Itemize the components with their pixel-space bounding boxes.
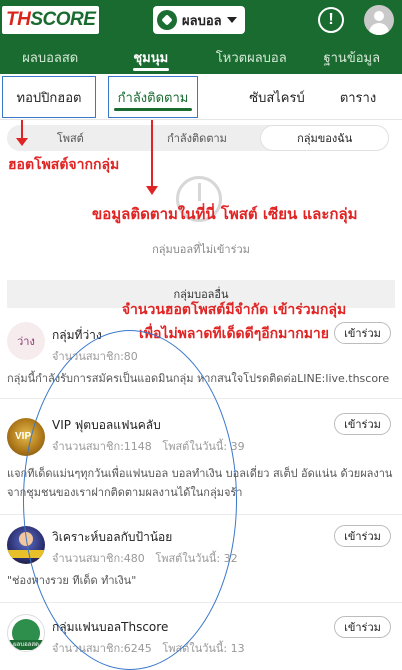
football-icon <box>157 10 177 30</box>
avatar[interactable] <box>364 5 394 35</box>
top-header: TH SCORE ผลบอล ! <box>0 0 402 40</box>
annotation-arrow-hot <box>21 120 23 140</box>
annotation-arrowhead-follow <box>146 186 158 195</box>
logo-score: SCORE <box>30 9 96 30</box>
subtab-subscribe[interactable]: ซับสไครบ์ <box>232 74 322 120</box>
group-thumbnail: ผลบอลสด <box>7 614 45 652</box>
sub-tabs: ทอปปิกฮอต กำลังติดตาม ซับสไครบ์ ตาราง <box>0 74 402 120</box>
logo-th: TH <box>6 9 31 30</box>
annotation-following-info: ขอมูลติดตามในที่นี่ โพสต์ เซียน และกลุ่ม <box>92 205 358 223</box>
join-button[interactable]: เข้าร่วม <box>334 322 391 344</box>
sport-select[interactable]: ผลบอล <box>153 6 245 34</box>
segment-control: โพสต์ กำลังติดตาม กลุ่มของฉัน <box>7 125 390 151</box>
tab-vote[interactable]: โหวตผลบอล <box>201 40 302 74</box>
tab-database[interactable]: ฐานข้อมูล <box>302 40 402 74</box>
avatar-head <box>374 11 384 21</box>
sport-select-label: ผลบอล <box>182 13 222 29</box>
subtab-following[interactable]: กำลังติดตาม <box>110 74 196 120</box>
thumbnail-label: ผลบอลสด <box>8 640 44 650</box>
subtab-hot-topics[interactable]: ทอปปิกฮอต <box>2 76 96 118</box>
subtab-table[interactable]: ตาราง <box>320 74 396 120</box>
join-button[interactable]: เข้าร่วม <box>334 616 391 638</box>
annotation-arrow-follow <box>151 120 153 188</box>
avatar-body <box>369 23 389 35</box>
tab-live-scores[interactable]: ผลบอลสด <box>0 40 101 74</box>
group-thumbnail: ว่าง <box>7 322 45 360</box>
join-button[interactable]: เข้าร่วม <box>334 413 391 435</box>
annotation-ellipse <box>23 330 237 670</box>
subtab-following-label: กำลังติดตาม <box>117 90 189 106</box>
segment-my-groups[interactable]: กลุ่มของฉัน <box>260 125 390 151</box>
join-button[interactable]: เข้าร่วม <box>334 525 391 547</box>
main-nav: ผลบอลสด ชุมนุม โหวตผลบอล ฐานข้อมูล <box>0 40 402 74</box>
thscore-logo[interactable]: TH SCORE <box>2 6 100 34</box>
annotation-hot-posts: ฮอตโพสต์จากกลุ่ม <box>8 157 120 173</box>
tab-community[interactable]: ชุมนุม <box>101 40 202 74</box>
alert-icon[interactable]: ! <box>318 7 344 33</box>
empty-state-text: กลุ่มบอลที่ไม่เข้าร่วม <box>152 243 250 256</box>
annotation-arrowhead-hot <box>16 138 28 146</box>
active-tab-underline <box>114 108 192 111</box>
caret-down-icon <box>227 17 237 23</box>
